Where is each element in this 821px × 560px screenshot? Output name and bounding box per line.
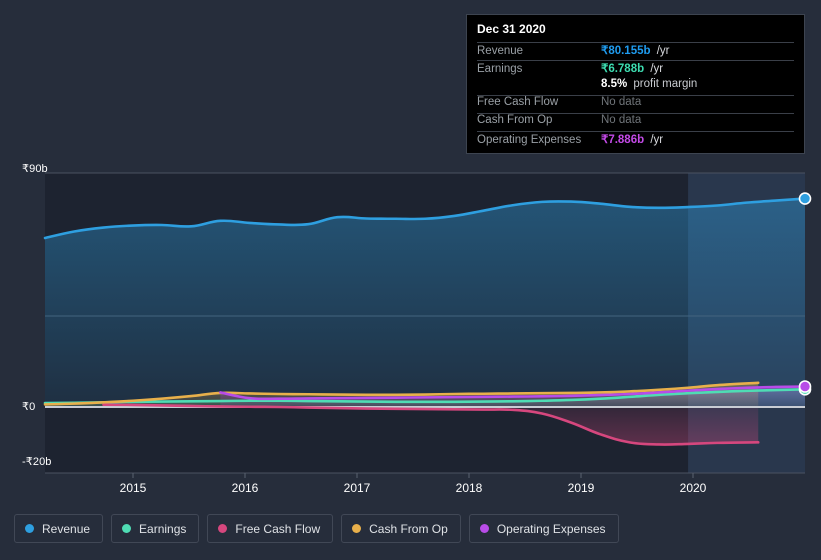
x-axis-tick-label: 2016 [231,481,259,495]
legend-item-label: Cash From Op [369,521,448,536]
legend-item-operating-expenses[interactable]: Operating Expenses [468,514,619,543]
x-axis-tick-label: 2015 [119,481,147,495]
tooltip-metric-value: 8.5% profit margin [601,78,697,90]
x-axis-tick-label: 2019 [567,481,595,495]
legend-item-label: Operating Expenses [496,521,606,536]
tooltip-value-unit: profit margin [630,78,698,90]
tooltip-metric-value: No data [601,114,641,126]
legend-item-label: Revenue [42,521,91,536]
x-axis-tick-label: 2017 [343,481,371,495]
financials-chart-widget: ₹90b ₹0 -₹20b 2015 2016 2017 2018 2019 2020 Dec… [0,0,821,560]
tooltip-value-unit: /yr [653,45,670,57]
legend-item-earnings[interactable]: Earnings [111,514,200,543]
tooltip-metric-label: Operating Expenses [477,134,582,146]
tooltip-row: Free Cash Flow No data [477,95,794,113]
tooltip-metric-value: No data [601,96,641,108]
legend-color-dot-icon [479,524,489,533]
tooltip-metric-value: ₹80.155b /yr [601,43,670,57]
tooltip-row: Revenue ₹80.155b /yr [477,42,794,60]
tooltip-value-unit: /yr [647,63,664,75]
legend-item-label: Earnings [139,521,187,536]
tooltip-row: Operating Expenses ₹7.886b /yr [477,131,794,149]
tooltip-metric-label: Earnings [477,63,523,75]
legend-color-dot-icon [122,524,132,533]
tooltip-metric-label: Cash From Op [477,114,553,126]
data-point-tooltip: Dec 31 2020 Revenue ₹80.155b /yr Earnings ₹… [466,14,805,154]
tooltip-value-unit: /yr [647,134,664,146]
tooltip-metric-label: Revenue [477,45,524,57]
legend-item-label: Free Cash Flow [235,521,321,536]
tooltip-metric-label: Free Cash Flow [477,96,559,108]
y-axis-tick-label: ₹0 [22,401,36,413]
tooltip-value-number: ₹6.788b [601,63,645,75]
legend-color-dot-icon [218,524,228,533]
tooltip-metric-value: ₹7.886b /yr [601,132,663,146]
tooltip-no-data: No data [601,96,642,108]
tooltip-date: Dec 31 2020 [477,22,546,36]
legend-item-cash-from-op[interactable]: Cash From Op [341,514,461,543]
legend-color-dot-icon [25,524,34,533]
x-axis-tick-label: 2018 [455,481,483,495]
tooltip-value-number: 8.5% [601,78,628,90]
tooltip-value-number: ₹7.886b [601,134,645,146]
tooltip-no-data: No data [601,114,642,126]
tooltip-row: 8.5% profit margin [477,78,794,95]
chart-legend[interactable]: Revenue Earnings Free Cash Flow Cash From O… [14,514,619,543]
legend-item-free-cash-flow[interactable]: Free Cash Flow [207,514,334,543]
y-axis-tick-label: ₹90b [22,163,48,175]
tooltip-row: Cash From Op No data [477,113,794,131]
y-axis-tick-label: -₹20b [22,456,52,468]
tooltip-metric-value: ₹6.788b /yr [601,61,663,75]
x-axis-tick-label: 2020 [679,481,707,495]
tooltip-value-number: ₹80.155b [601,45,651,57]
tooltip-rows: Revenue ₹80.155b /yr Earnings ₹6.788b /yr 8.… [477,42,794,149]
legend-color-dot-icon [352,524,362,533]
tooltip-row: Earnings ₹6.788b /yr [477,60,794,78]
legend-item-revenue[interactable]: Revenue [14,514,104,543]
